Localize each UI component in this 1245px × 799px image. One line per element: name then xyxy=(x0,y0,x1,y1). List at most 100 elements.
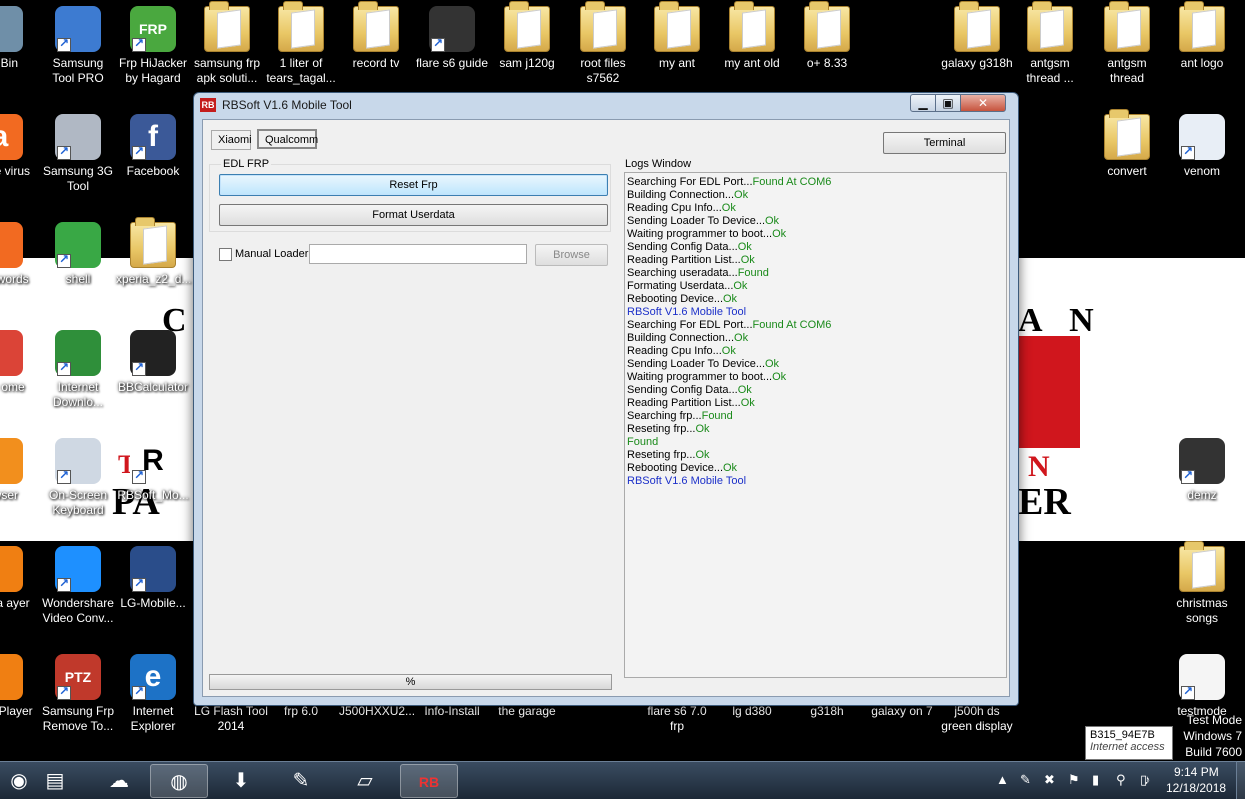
format-userdata-button[interactable]: Format Userdata xyxy=(219,204,608,226)
desktop-icon[interactable]: Samsung Tool PRO xyxy=(40,6,116,86)
folder-icon xyxy=(130,217,176,268)
rbsoft-icon[interactable]: RB xyxy=(400,764,458,798)
folder-icon xyxy=(278,1,324,52)
desktop-icon[interactable]: shell xyxy=(40,222,116,287)
desktop-icon[interactable]: xperia_z2_d... xyxy=(115,217,191,287)
desktop-icon[interactable]: record tv xyxy=(338,1,414,71)
loader-path-input[interactable] xyxy=(309,244,527,264)
desktop-icon[interactable]: ant logo xyxy=(1164,1,1240,71)
clock-time[interactable]: 9:14 PM xyxy=(1174,765,1219,779)
desktop-icon[interactable]: Samsung 3G Tool xyxy=(40,114,116,194)
desktop-icon[interactable]: samsung frp apk soluti... xyxy=(189,1,265,86)
desktop-icon-label: christmas songs xyxy=(1176,596,1228,625)
rbsoft-window[interactable]: RB RBSoft V1.6 Mobile Tool ▁ ▣ ✕ Xiaomi … xyxy=(193,92,1019,706)
desktop-icon[interactable]: o+ 8.33 xyxy=(789,1,865,71)
window-titlebar[interactable]: RB RBSoft V1.6 Mobile Tool ▁ ▣ ✕ xyxy=(194,93,1018,117)
signal-icon[interactable]: ▮ xyxy=(1092,772,1099,788)
volume-icon[interactable]: ♪ xyxy=(1144,772,1151,787)
desktop-icon[interactable]: 1 liter of tears_tagal... xyxy=(263,1,339,86)
tab-xiaomi[interactable]: Xiaomi xyxy=(211,130,252,150)
desktop-icon[interactable]: testmode xyxy=(1164,654,1240,719)
log-message: Reseting frp... xyxy=(627,449,696,461)
logs-window[interactable]: Searching For EDL Port...Found At COM6 Bu… xyxy=(624,172,1007,678)
log-line: Reading Cpu Info...Ok xyxy=(627,345,1004,358)
tab-qualcomm[interactable]: Qualcomm xyxy=(257,129,318,149)
close-button[interactable]: ✕ xyxy=(960,94,1006,112)
shortcut-arrow-icon xyxy=(132,468,146,484)
desktop-icon-label: cle Bin xyxy=(0,56,19,70)
desktop-icon[interactable]: dows Player xyxy=(0,654,38,719)
uc-browser-icon xyxy=(0,438,23,484)
desktop-icon[interactable]: convert xyxy=(1089,109,1165,179)
explorer-icon[interactable]: ▤ xyxy=(26,764,84,798)
desktop-icon[interactable]: venom xyxy=(1164,114,1240,179)
desktop-icon[interactable]: PTZ Samsung Frp Remove To... xyxy=(40,654,116,734)
gear-icon xyxy=(55,114,101,160)
desktop-icon[interactable]: my ant xyxy=(639,1,715,71)
desktop-icon-label: Frp HiJacker by Hagard xyxy=(118,56,187,85)
uc-browser-icon[interactable]: ☁ xyxy=(90,764,148,798)
minimize-button[interactable]: ▁ xyxy=(910,94,936,112)
browse-button[interactable]: Browse xyxy=(535,244,608,266)
reset-frp-button[interactable]: Reset Frp xyxy=(219,174,608,196)
desktop-icon[interactable]: e Internet Explorer xyxy=(115,654,191,734)
desktop-icon-label: lg d380 xyxy=(732,704,772,718)
blackberry-icon xyxy=(130,330,176,376)
desktop-icon[interactable]: flare s6 guide xyxy=(414,6,490,71)
clock-date[interactable]: 12/18/2018 xyxy=(1166,781,1226,795)
facebook-icon: f xyxy=(130,114,176,160)
log-message: Searching useradata... xyxy=(627,267,738,279)
desktop-icon[interactable]: ogle ome xyxy=(0,330,38,395)
desktop-icon-label: my ant old xyxy=(724,56,780,70)
desktop-icon[interactable]: Internet Downlo... xyxy=(40,330,116,410)
desktop-icon[interactable]: demz xyxy=(1164,438,1240,503)
folder-icon xyxy=(1179,541,1225,592)
desktop-icon[interactable]: FRP Frp HiJacker by Hagard xyxy=(115,6,191,86)
desktop-icon-label: samsung frp apk soluti... xyxy=(193,56,261,85)
desktop-icon[interactable]: sam j120g xyxy=(489,1,565,71)
desktop-icon[interactable]: rowser xyxy=(0,438,38,503)
show-desktop-button[interactable] xyxy=(1236,761,1245,799)
desktop-icon[interactable]: Wondershare Video Conv... xyxy=(40,546,116,626)
desktop-icon[interactable]: root files s7562 xyxy=(565,1,641,86)
desktop-icon-label: galaxy g318h xyxy=(941,56,1013,70)
desktop-icon[interactable]: antgsm thread ... xyxy=(1012,1,1088,86)
feather-icon[interactable]: ✎ xyxy=(272,764,330,798)
usb-icon[interactable]: ⚲ xyxy=(1116,772,1126,788)
chrome-icon[interactable]: ◍ xyxy=(150,764,208,798)
desktop-icon[interactable]: christmas songs xyxy=(1164,541,1240,626)
notepad-icon[interactable]: ▱ xyxy=(336,764,394,798)
lg-mobile-icon xyxy=(130,546,176,592)
desktop-icon[interactable]: galaxy g318h xyxy=(939,1,1015,71)
desktop-icon[interactable]: vast words xyxy=(0,222,38,287)
log-line: Sending Config Data...Ok xyxy=(627,384,1004,397)
desktop-icon[interactable]: media ayer xyxy=(0,546,38,611)
desktop-icon[interactable]: f Facebook xyxy=(115,114,191,179)
desktop-icon-label: J500HXXU2... xyxy=(339,704,416,718)
desktop-icon-label: j500h ds green display xyxy=(941,704,1013,733)
desktop-icon-label: BBCalculator xyxy=(117,380,189,394)
log-status: Ok xyxy=(734,189,749,201)
feather-tray-icon[interactable]: ✎ xyxy=(1020,772,1031,788)
tool-tray-icon[interactable]: ✖ xyxy=(1044,772,1055,788)
shortcut-arrow-icon xyxy=(57,252,71,268)
show-hidden-icon[interactable]: ▲ xyxy=(996,772,1009,787)
desktop-icon[interactable]: antgsm thread xyxy=(1089,1,1165,86)
manual-loader-checkbox[interactable] xyxy=(219,248,232,261)
desktop-icon[interactable]: my ant old xyxy=(714,1,790,71)
vlc-icon xyxy=(0,546,23,592)
desktop-icon[interactable]: BBCalculator xyxy=(115,330,191,395)
log-status: Found At COM6 xyxy=(752,319,832,331)
maximize-button[interactable]: ▣ xyxy=(935,94,961,112)
desktop-icon[interactable]: LG-Mobile... xyxy=(115,546,191,611)
desktop-icon[interactable]: On-Screen Keyboard xyxy=(40,438,116,518)
desktop-icon[interactable]: cle Bin xyxy=(0,6,38,71)
desktop-icon-label: Samsung Tool PRO xyxy=(52,56,104,85)
desktop-icon[interactable]: R RBSoft_Mo... xyxy=(115,438,191,503)
log-line: Reseting frp...Ok xyxy=(627,423,1004,436)
download-manager-icon[interactable]: ⬇ xyxy=(212,764,270,798)
desktop-icon[interactable]: a t Free virus xyxy=(0,114,38,179)
terminal-button[interactable]: Terminal xyxy=(883,132,1006,154)
flag-icon[interactable]: ⚑ xyxy=(1068,772,1080,788)
desktop-icon-label: root files s7562 xyxy=(580,56,626,85)
